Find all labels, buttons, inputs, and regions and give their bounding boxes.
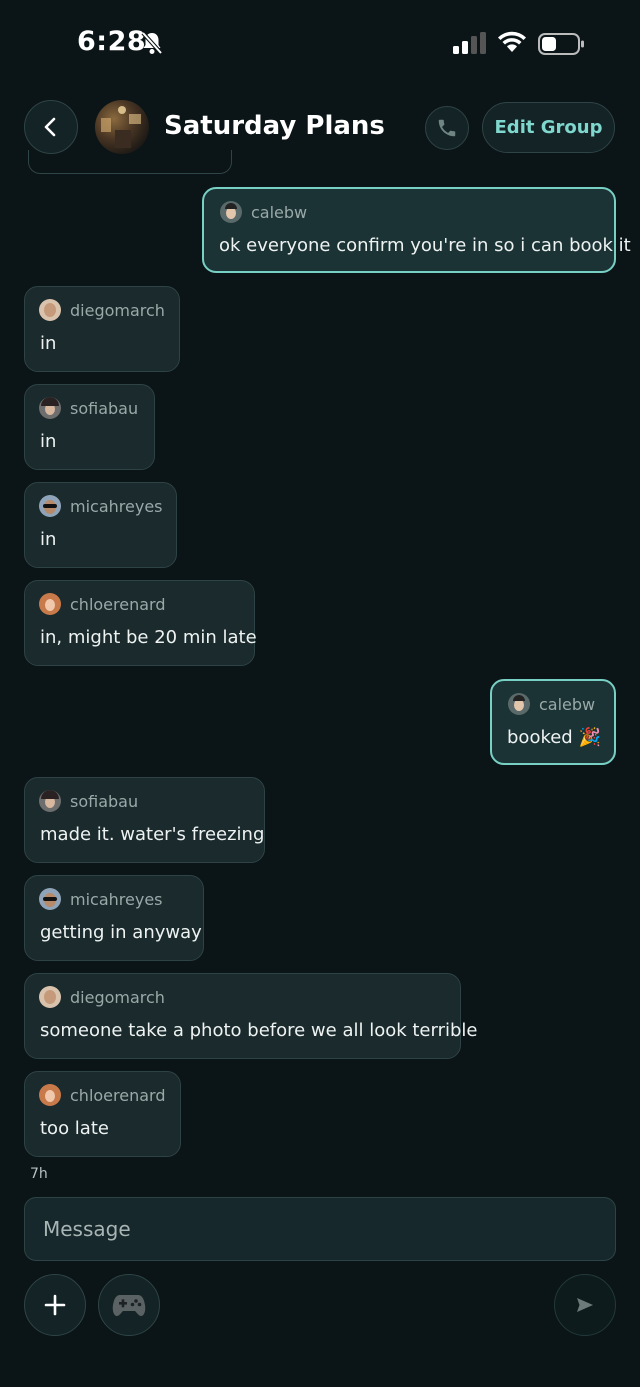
message-sender: diegomarch	[39, 986, 165, 1008]
partial-message-bubble	[28, 150, 232, 174]
message-text: in	[40, 333, 57, 354]
message-bubble[interactable]: chloerenard too late	[24, 1071, 181, 1157]
avatar	[508, 693, 530, 715]
sender-name: calebw	[251, 202, 308, 222]
message-timestamp: 7h	[30, 1166, 48, 1182]
avatar	[39, 593, 61, 615]
message-text: in	[40, 431, 57, 452]
games-button[interactable]	[98, 1274, 160, 1336]
avatar	[39, 397, 61, 419]
message-sender: sofiabau	[39, 790, 138, 812]
message-bubble[interactable]: sofiabau in	[24, 384, 155, 470]
call-button[interactable]	[425, 106, 469, 150]
status-bar: 6:28	[0, 0, 640, 88]
message-bubble[interactable]: calebw booked 🎉	[490, 679, 616, 765]
avatar	[39, 299, 61, 321]
battery-icon	[538, 33, 584, 55]
sender-name: calebw	[539, 694, 596, 714]
sender-name: sofiabau	[70, 398, 139, 418]
message-text: made it. water's freezing	[40, 824, 265, 845]
bell-slash-icon	[141, 31, 163, 55]
message-text: booked 🎉	[507, 727, 601, 748]
add-attachment-button[interactable]	[24, 1274, 86, 1336]
message-sender: chloerenard	[39, 1084, 165, 1106]
message-bubble[interactable]: micahreyes getting in anyway	[24, 875, 204, 961]
plus-icon	[44, 1294, 66, 1316]
status-time: 6:28	[77, 26, 147, 57]
message-bubble[interactable]: calebw ok everyone confirm you're in so …	[202, 187, 631, 273]
message-sender: chloerenard	[39, 593, 165, 615]
phone-icon	[438, 119, 456, 137]
avatar	[39, 495, 61, 517]
avatar	[39, 888, 61, 910]
message-text: ok everyone confirm you're in so i can b…	[219, 235, 631, 256]
message-sender: sofiabau	[39, 397, 138, 419]
message-input[interactable]	[41, 1216, 585, 1242]
avatar	[39, 790, 61, 812]
chevron-left-icon	[44, 117, 56, 137]
sender-name: diegomarch	[70, 987, 165, 1007]
message-sender: calebw	[220, 201, 307, 223]
group-title: Saturday Plans	[164, 111, 385, 141]
gamepad-icon	[112, 1295, 146, 1316]
message-bubble[interactable]: sofiabau made it. water's freezing	[24, 777, 265, 863]
message-bubble[interactable]: diegomarch someone take a photo before w…	[24, 973, 477, 1059]
message-bubble[interactable]: diegomarch in	[24, 286, 180, 372]
message-bubble[interactable]: micahreyes in	[24, 482, 177, 568]
message-sender: diegomarch	[39, 299, 165, 321]
sender-name: diegomarch	[70, 300, 165, 320]
message-text: someone take a photo before we all look …	[40, 1020, 478, 1041]
message-text: in, might be 20 min late	[40, 627, 257, 648]
message-bubble[interactable]: chloerenard in, might be 20 min late	[24, 580, 257, 666]
send-icon	[577, 1298, 593, 1312]
message-input-container[interactable]	[24, 1197, 616, 1261]
group-avatar[interactable]	[95, 100, 149, 154]
message-text: in	[40, 529, 57, 550]
avatar	[220, 201, 242, 223]
message-text: too late	[40, 1118, 109, 1139]
send-button[interactable]	[554, 1274, 616, 1336]
message-sender: micahreyes	[39, 495, 163, 517]
sender-name: micahreyes	[70, 496, 163, 516]
wifi-icon	[498, 31, 526, 52]
message-sender: calebw	[508, 693, 595, 715]
message-text: getting in anyway	[40, 922, 202, 943]
back-button[interactable]	[24, 100, 78, 154]
sender-name: micahreyes	[70, 889, 163, 909]
avatar	[39, 1084, 61, 1106]
sender-name: chloerenard	[70, 594, 166, 614]
edit-group-button[interactable]: Edit Group	[482, 102, 615, 153]
message-sender: micahreyes	[39, 888, 163, 910]
group-photo-image	[101, 106, 141, 148]
avatar	[39, 986, 61, 1008]
sender-name: chloerenard	[70, 1085, 166, 1105]
sender-name: sofiabau	[70, 791, 139, 811]
signal-icon	[453, 32, 486, 54]
